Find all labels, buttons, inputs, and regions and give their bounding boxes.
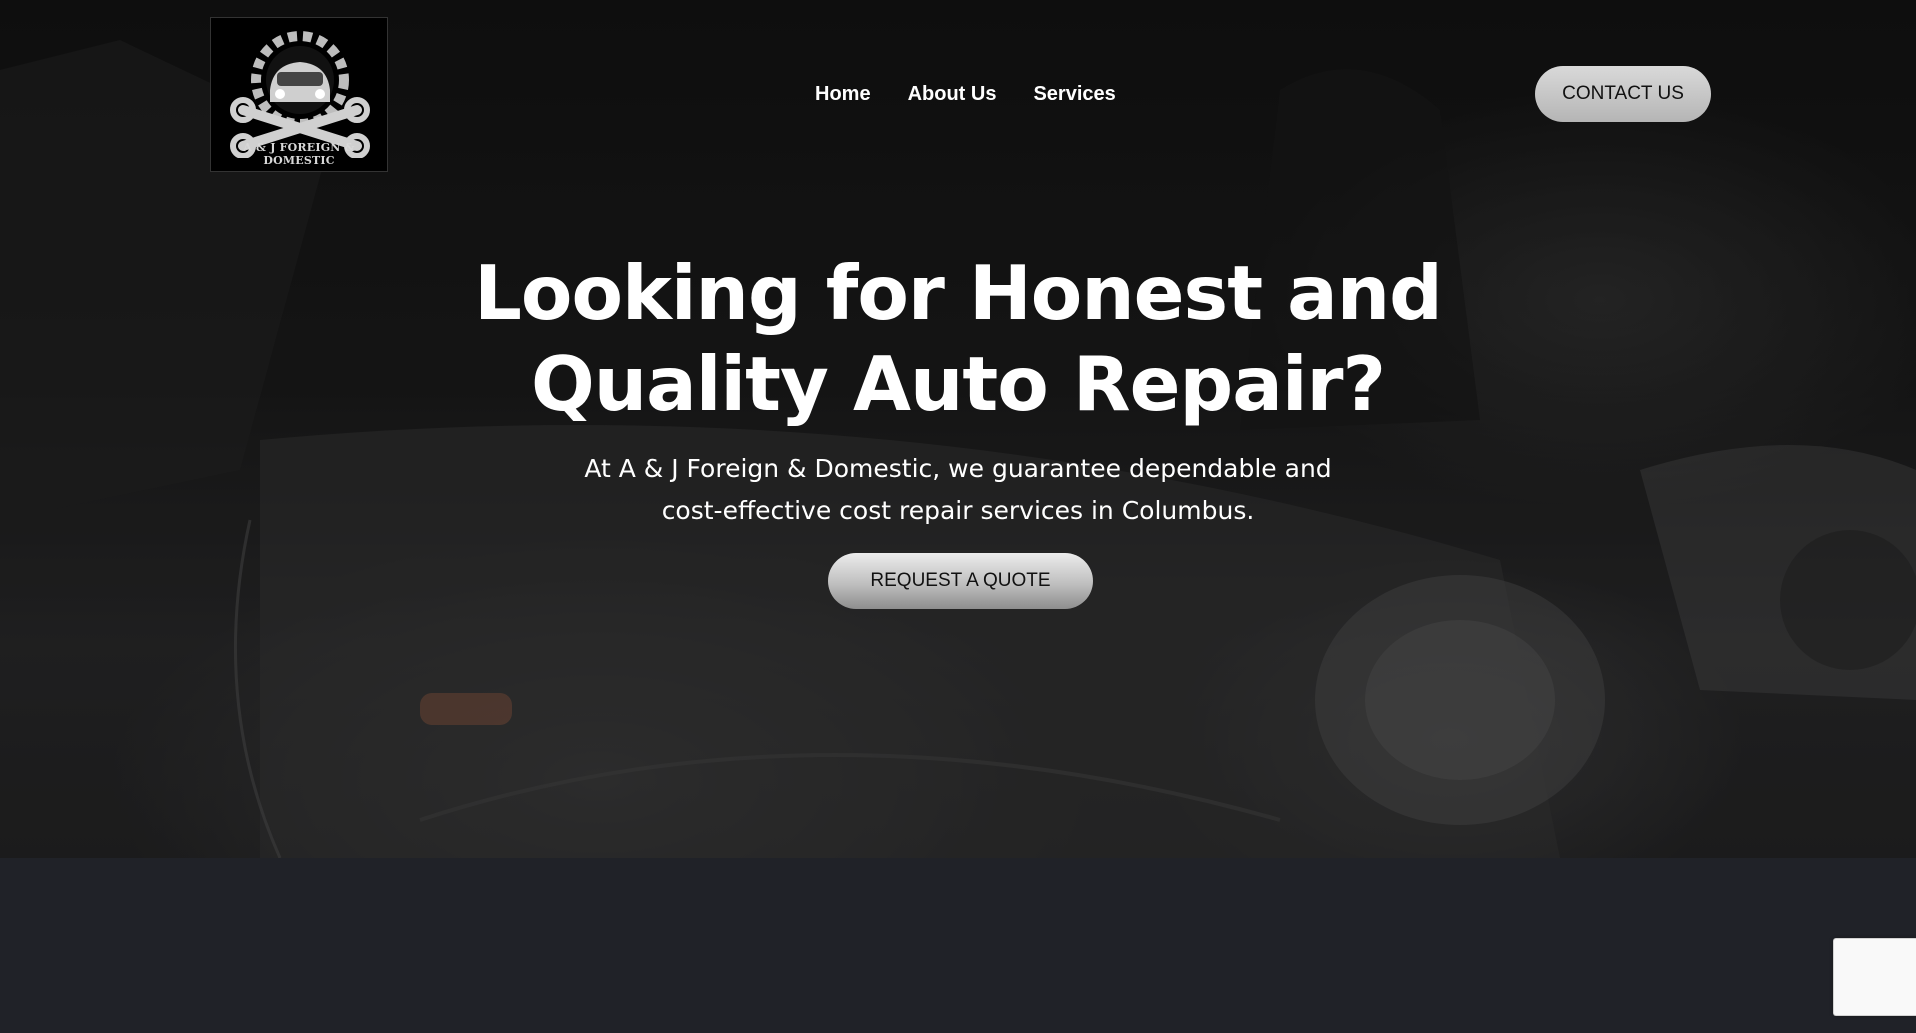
subtext-line-1: At A & J Foreign & Domestic, we guarante… (584, 454, 1332, 483)
main-nav: Home About Us Services (815, 82, 1116, 106)
hero-subtext: At A & J Foreign & Domestic, we guarante… (558, 448, 1358, 532)
nav-about-us[interactable]: About Us (908, 82, 997, 106)
logo-text: A & J FOREIGN & DOMESTIC (243, 141, 355, 167)
hero-headline: Looking for Honest and Quality Auto Repa… (358, 248, 1558, 430)
headline-line-1: Looking for Honest and (474, 249, 1443, 337)
lower-section (0, 858, 1916, 1033)
nav-services[interactable]: Services (1033, 82, 1115, 106)
logo[interactable]: A & J FOREIGN & DOMESTIC (210, 17, 388, 172)
subtext-line-2: cost-effective cost repair services in C… (661, 496, 1255, 525)
contact-us-button[interactable]: CONTACT US (1535, 66, 1711, 122)
recaptcha-badge[interactable] (1833, 938, 1916, 1016)
request-quote-button[interactable]: REQUEST A QUOTE (828, 553, 1093, 609)
nav-home[interactable]: Home (815, 82, 871, 106)
hero-section: A & J FOREIGN & DOMESTIC Home About Us S… (0, 0, 1916, 858)
gear-car-wrench-icon (230, 31, 370, 158)
headline-line-2: Quality Auto Repair? (530, 340, 1386, 428)
